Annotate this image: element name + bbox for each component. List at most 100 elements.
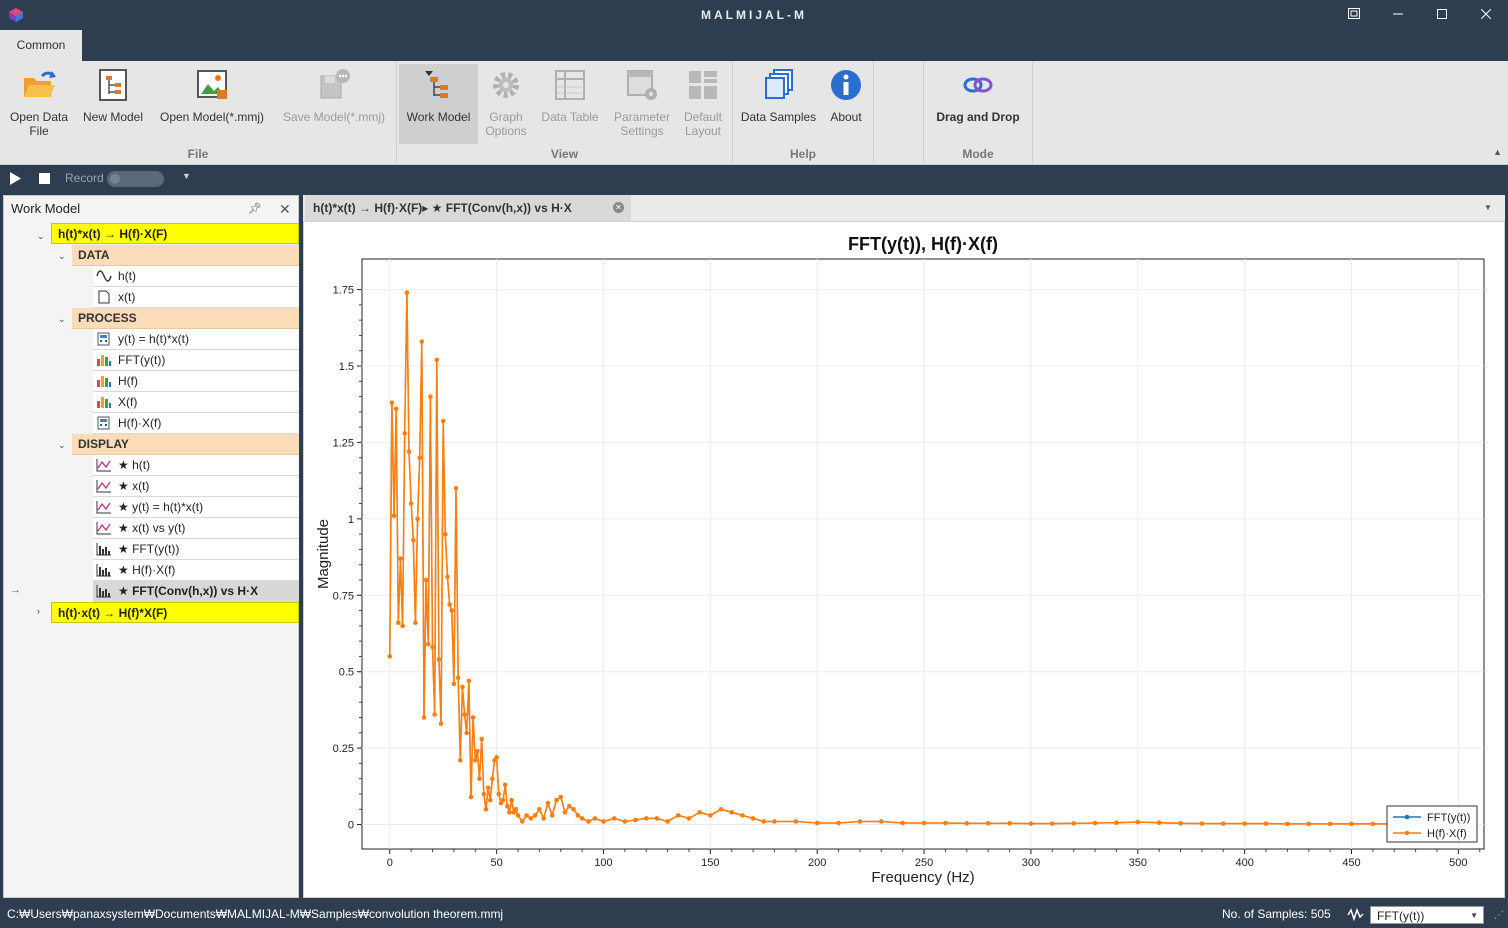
tree-item-label: H(f)·X(f) [118, 416, 162, 430]
collapse-process-icon[interactable]: ⌄ [58, 314, 66, 325]
signal-select-value: FFT(y(t)) [1377, 909, 1425, 923]
data-point [470, 715, 476, 720]
stop-icon[interactable] [39, 173, 50, 184]
graph-options-label-1: Graph [489, 110, 523, 124]
tab-common[interactable]: Common [0, 30, 82, 61]
tree-item-display[interactable]: ★ x(t) vs y(t) [93, 518, 299, 539]
tree-root-multiplication[interactable]: h(t)·x(t) → H(f)*X(F) [51, 602, 299, 623]
data-point [964, 821, 970, 826]
new-model-button[interactable]: New Model [78, 64, 148, 144]
data-point [1370, 821, 1376, 827]
play-icon[interactable] [10, 172, 21, 185]
open-model-button[interactable]: Open Model(*.mmj) [154, 64, 270, 144]
data-point [697, 810, 702, 815]
data-point [428, 394, 433, 399]
data-point [406, 449, 412, 454]
tab-list-dropdown-icon[interactable]: ▼ [1484, 203, 1492, 212]
waveform-icon [96, 270, 112, 282]
y-tick-label: 1 [348, 514, 354, 526]
tree-item-process[interactable]: X(f) [93, 392, 299, 413]
tree-item-process[interactable]: y(t) = h(t)*x(t) [93, 329, 299, 350]
data-point [387, 654, 393, 659]
collapse-root1-icon[interactable]: ⌄ [37, 231, 45, 242]
ribbon-separator [1032, 61, 1033, 165]
data-table-button[interactable]: Data Table [537, 64, 603, 144]
tree-item-display[interactable]: ★ h(t) [93, 455, 299, 476]
tree-root-convolution[interactable]: h(t)*x(t) → H(f)·X(F) [51, 223, 299, 244]
resize-grip-icon[interactable]: ⋰ [1494, 903, 1504, 928]
open-data-file-button[interactable]: Open Data File [4, 64, 74, 144]
data-point [943, 820, 948, 826]
collapse-display-icon[interactable]: ⌄ [58, 440, 66, 451]
data-point [515, 813, 521, 818]
record-label: Record [65, 171, 104, 185]
data-point [879, 819, 884, 824]
data-point [500, 797, 506, 803]
x-tick-label: 0 [387, 857, 393, 869]
panel-close-icon[interactable]: ✕ [279, 196, 291, 222]
signal-select[interactable]: FFT(y(t)) ▼ [1370, 906, 1484, 924]
restore-layout-button[interactable] [1334, 4, 1374, 26]
data-point [410, 537, 416, 543]
about-button[interactable]: About [824, 64, 868, 144]
fft-chart[interactable]: FFT(y(t)), H(f)·X(f) 0 50 100 150 200 250 300 35… [304, 222, 1504, 897]
minimize-button[interactable] [1378, 4, 1418, 26]
tree-item-label: ★ H(f)·X(f) [118, 563, 176, 577]
tree-item-process[interactable]: H(f) [93, 371, 299, 392]
maximize-button[interactable] [1422, 4, 1462, 26]
data-point [571, 806, 576, 812]
data-point [675, 813, 681, 818]
default-layout-button[interactable]: Default Layout [678, 64, 728, 144]
record-toggle[interactable] [107, 171, 164, 187]
document-tab-close-icon[interactable]: ✕ [613, 202, 624, 213]
tree-group-data[interactable]: DATA [72, 245, 299, 266]
data-point [505, 803, 510, 809]
tree-item-display[interactable]: ★ H(f)·X(f) [93, 560, 299, 581]
legend-swatch-marker [1404, 830, 1410, 836]
collapse-ribbon-icon[interactable]: ▲ [1493, 147, 1502, 157]
parameter-settings-button[interactable]: Parameter Settings [609, 64, 675, 144]
tree-item-display[interactable]: ★ y(t) = h(t)*x(t) [93, 497, 299, 518]
data-point [449, 608, 455, 613]
tree-item-display-selected[interactable]: ★ FFT(Conv(h,x)) vs H·X [93, 581, 299, 602]
histogram-icon [96, 585, 111, 598]
file-icon [98, 290, 110, 304]
save-model-button[interactable]: Save Model(*.mmj) [277, 64, 391, 144]
tree-item-label: y(t) = h(t)*x(t) [118, 332, 189, 346]
tree-item-process[interactable]: FFT(y(t)) [93, 350, 299, 371]
layout-grid-icon [689, 71, 717, 99]
tree-item-label: x(t) [118, 290, 136, 304]
panel-header: Work Model 📌︎ ✕ [4, 196, 298, 222]
data-point [455, 675, 461, 681]
tree-item-display[interactable]: ★ FFT(y(t)) [93, 539, 299, 560]
data-point [793, 819, 799, 824]
work-model-button[interactable]: Work Model [399, 64, 478, 144]
x-tick-label: 250 [915, 857, 933, 869]
tree-item-display[interactable]: ★ x(t) [93, 476, 299, 497]
tree-item-data[interactable]: h(t) [93, 266, 299, 287]
document-tab[interactable]: h(t)*x(t) → H(f)·X(F)▸ ★ FFT(Conv(h,x)) … [305, 195, 631, 221]
ribbon-group-mode: Mode [962, 147, 994, 161]
data-point [718, 806, 724, 812]
drag-and-drop-button[interactable]: Drag and Drop [927, 64, 1029, 144]
pin-icon[interactable]: 📌︎ [248, 196, 262, 222]
graph-options-button[interactable]: Graph Options [480, 64, 532, 144]
tree-group-display[interactable]: DISPLAY [72, 434, 299, 455]
ribbon-group-view: View [550, 147, 579, 161]
data-point [740, 813, 745, 818]
data-samples-button[interactable]: Data Samples [737, 64, 820, 144]
data-point [481, 791, 487, 797]
expand-root2-icon[interactable]: › [37, 606, 40, 616]
data-point [1242, 821, 1247, 826]
data-point [434, 357, 440, 363]
data-point [445, 574, 450, 580]
data-point [519, 819, 525, 824]
tree-item-process[interactable]: H(f)·X(f) [93, 413, 299, 434]
data-samples-label: Data Samples [740, 110, 817, 124]
record-dropdown-icon[interactable]: ▼ [182, 171, 191, 181]
close-button[interactable] [1466, 4, 1506, 26]
collapse-data-icon[interactable]: ⌄ [58, 251, 66, 262]
tree-item-data[interactable]: x(t) [93, 287, 299, 308]
tree-group-process[interactable]: PROCESS [72, 308, 299, 329]
bar-chart-icon [97, 376, 111, 387]
